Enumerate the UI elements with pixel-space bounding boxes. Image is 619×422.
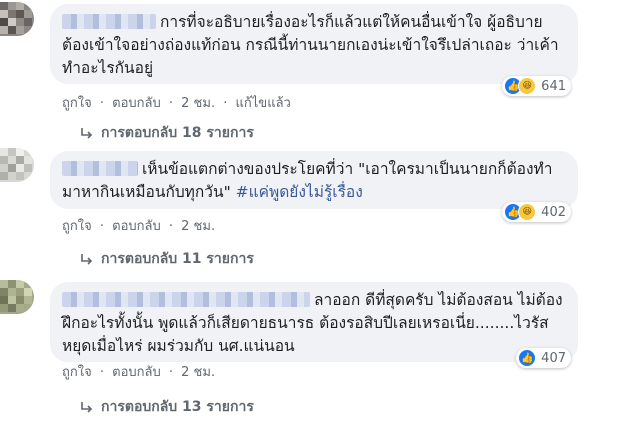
view-replies-link[interactable]: การตอบกลับ 18 รายการ [80, 122, 254, 144]
replies-count-label: การตอบกลับ 18 รายการ [101, 125, 254, 141]
view-replies-link[interactable]: การตอบกลับ 11 รายการ [80, 248, 254, 270]
reaction-summary[interactable]: 👍 😆 641 [502, 76, 571, 96]
hashtag-link[interactable]: #แค่พูดยังไม่รู้เรื่อง [236, 183, 363, 201]
edited-label[interactable]: แก้ไขแล้ว [236, 96, 291, 111]
replies-count-label: การตอบกลับ 11 รายการ [101, 251, 254, 267]
commenter-name[interactable] [62, 14, 156, 29]
reply-link[interactable]: ตอบกลับ [112, 96, 161, 111]
avatar[interactable] [0, 280, 34, 314]
timestamp[interactable]: 2 ชม. [181, 96, 215, 111]
haha-icon: 😆 [518, 77, 537, 95]
comment-actions: ถูกใจ · ตอบกลับ · 2 ชม. [62, 219, 216, 234]
reaction-count: 407 [541, 350, 566, 366]
comment-bubble: ลาออก ดีที่สุดครับ ไม่ต้องสอน ไม่ต้องฝึก… [50, 282, 578, 362]
reply-arrow-icon [81, 127, 93, 139]
like-link[interactable]: ถูกใจ [62, 365, 92, 380]
haha-icon: 😆 [518, 203, 537, 221]
avatar[interactable] [0, 148, 34, 182]
avatar[interactable] [0, 2, 34, 36]
reaction-count: 402 [541, 204, 566, 220]
view-replies-link[interactable]: การตอบกลับ 13 รายการ [80, 396, 254, 418]
replies-count-label: การตอบกลับ 13 รายการ [101, 399, 254, 415]
timestamp[interactable]: 2 ชม. [181, 219, 215, 234]
comment-bubble: เห็นข้อแตกต่างของประโยคที่ว่า "เอาใครมาเ… [50, 151, 578, 209]
comment-actions: ถูกใจ · ตอบกลับ · 2 ชม. [62, 365, 216, 380]
commenter-name[interactable] [62, 292, 310, 307]
reply-arrow-icon [81, 253, 93, 265]
comment-bubble: การที่จะอธิบายเรื่องอะไรก็แล้วแต่ให้คนอื… [50, 4, 578, 84]
like-link[interactable]: ถูกใจ [62, 219, 92, 234]
commenter-name[interactable] [62, 161, 138, 176]
reaction-count: 641 [541, 78, 566, 94]
like-link[interactable]: ถูกใจ [62, 96, 92, 111]
reply-arrow-icon [81, 401, 93, 413]
reaction-summary[interactable]: 👍 407 [516, 348, 571, 368]
like-icon: 👍 [518, 349, 537, 367]
timestamp[interactable]: 2 ชม. [181, 365, 215, 380]
reaction-summary[interactable]: 👍 😆 402 [502, 202, 571, 222]
comment-actions: ถูกใจ · ตอบกลับ · 2 ชม. · แก้ไขแล้ว [62, 96, 291, 111]
reply-link[interactable]: ตอบกลับ [112, 219, 161, 234]
reply-link[interactable]: ตอบกลับ [112, 365, 161, 380]
